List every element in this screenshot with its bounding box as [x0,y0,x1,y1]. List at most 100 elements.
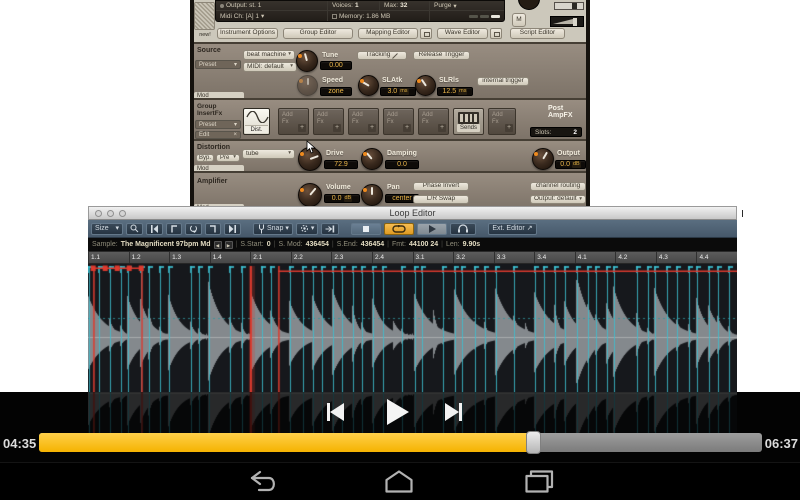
voices-display: Voices: 1 [328,1,380,10]
source-section: Source Preset ▾ Mod beat machine ▾ MIDI: d… [194,42,586,100]
group-fx-edit-button[interactable]: Edit × [195,131,241,139]
previous-track-button[interactable] [327,403,344,421]
fx-slot-sends[interactable]: Sends [453,108,484,135]
jump-to-playhead-button[interactable] [321,222,340,235]
tracking-button[interactable]: Tracking [357,51,407,60]
add-fx-icon[interactable]: + [505,124,513,132]
sample-play-button[interactable] [417,222,448,235]
slice-release-knob[interactable] [415,75,436,96]
channel-routing-button[interactable]: channel routing [530,182,586,191]
go-to-end-button[interactable] [224,222,241,235]
speed-value[interactable]: zone [320,87,352,96]
master-knob[interactable] [518,0,540,10]
loop-start-button[interactable] [166,222,182,235]
sample-end-value[interactable]: 436454 [361,241,384,248]
size-dropdown[interactable]: Size ▾ [91,222,123,235]
seek-handle[interactable] [526,431,542,454]
add-fx-icon[interactable]: + [368,124,376,132]
mute-button[interactable]: M [512,13,526,27]
next-sample-button[interactable]: ▶ [224,240,233,249]
tune-value[interactable]: 0.00 [320,61,352,70]
editor-button-mapping-editor[interactable]: Mapping Editor [358,28,418,39]
volume-value[interactable]: 0.0 dB [324,194,360,203]
damping-knob[interactable] [361,148,383,170]
seek-bar[interactable] [39,431,762,454]
output-display[interactable]: Output: st. 1 [216,1,328,10]
source-preset-dropdown[interactable]: Preset ▾ [195,60,241,69]
play-button[interactable] [387,399,409,425]
purge-menu[interactable]: Purge ▾ [430,1,504,10]
distortion-output-knob[interactable] [532,148,554,170]
back-button[interactable] [247,468,281,495]
volume-knob[interactable] [298,183,322,207]
pitch-fader[interactable] [554,2,584,10]
phase-invert-button[interactable]: Phase Invert [413,182,469,191]
editor-detach-icon[interactable] [420,28,432,39]
go-to-start-button[interactable] [146,222,163,235]
fx-slot-dist[interactable]: Dist. [243,108,270,135]
slice-attack-knob[interactable] [358,75,379,96]
pitch-fader-handle[interactable] [571,3,577,9]
source-midi-dropdown[interactable]: MIDI: default ▾ [243,62,297,72]
loop-end-button[interactable] [205,222,221,235]
loop-playback-button[interactable] [384,222,415,235]
next-track-button[interactable] [445,403,462,421]
volume-fader-handle[interactable] [572,18,577,26]
external-editor-button[interactable]: Ext. Editor ↗ [488,222,537,235]
stop-button[interactable] [351,222,382,235]
settings-dropdown[interactable]: ▾ [295,222,319,235]
fx-slot-empty[interactable]: Add Fx + [383,108,414,135]
recent-apps-button[interactable] [522,468,556,495]
sample-start-value[interactable]: 0 [267,241,271,248]
speed-knob[interactable] [297,75,318,96]
slice-attack-value[interactable]: 3.0 ms [380,87,416,96]
volume-fader[interactable] [550,16,584,27]
drive-value[interactable]: 72.9 [324,160,358,169]
group-fx-preset-dropdown[interactable]: Preset ▾ [195,120,241,129]
source-mode-dropdown[interactable]: beat machine ▾ [243,50,295,60]
add-fx-icon[interactable]: + [438,124,446,132]
distortion-type-dropdown[interactable]: tube ▾ [242,149,295,159]
add-fx-icon[interactable]: + [298,124,306,132]
beat-ruler[interactable]: 1.1 1.2 1.3 1.4 2.1 2.2 2.3 2.4 3.1 3.2 3.3 3.4 4.1 4… [88,252,737,264]
previous-sample-button[interactable]: ◀ [213,240,222,249]
window-titlebar[interactable]: Loop Editor [88,206,737,220]
lr-swap-button[interactable]: L/R Swap [413,195,469,204]
fx-slot-empty[interactable]: Add Fx + [278,108,309,135]
sample-mod-value[interactable]: 436454 [306,241,329,248]
editor-button-instrument-options[interactable]: Instrument Options [217,28,278,39]
snap-dropdown[interactable]: Snap ▾ [253,222,293,235]
midi-channel-selector[interactable]: Midi Ch: [A] 1 ▾ [216,11,328,21]
internal-trigger-button[interactable]: internal trigger [477,77,529,86]
release-trigger-button[interactable]: Release Trigger [413,51,470,60]
sample-name[interactable]: The Magnificent 97bpm Md [121,241,211,248]
audition-button[interactable] [450,222,477,235]
pre-post-dropdown[interactable]: Pre ▾ [216,154,240,162]
fx-slot-empty[interactable]: Add Fx + [418,108,449,135]
editor-button-script-editor[interactable]: Script Editor [510,28,565,39]
add-fx-icon[interactable]: + [403,124,411,132]
sine-wave-icon [246,111,269,123]
loop-region-button[interactable] [185,222,202,235]
fx-slot-empty[interactable]: Add Fx + [348,108,379,135]
home-button[interactable] [382,468,416,495]
editor-detach-icon[interactable] [490,28,502,39]
fx-slot-empty[interactable]: Add Fx + [488,108,516,135]
add-fx-icon[interactable]: + [333,124,341,132]
instrument-icon-button[interactable]: new! [194,2,216,42]
output-routing-dropdown[interactable]: Output: default ▾ [530,195,586,204]
editor-button-group-editor[interactable]: Group Editor [283,28,353,39]
damping-value[interactable]: 0.0 [385,160,419,169]
format-label: Fmt: [391,241,406,248]
ruler-tick-1.3: 1.3 [169,252,210,263]
pan-knob[interactable] [361,184,383,206]
slice-release-value[interactable]: 12.5 ms [437,87,473,96]
editor-button-wave-editor[interactable]: Wave Editor [437,28,488,39]
fx-slot-empty[interactable]: Add Fx + [313,108,344,135]
slots-counter[interactable]: Slots: 2 [530,127,582,137]
distortion-output-value[interactable]: 0.0 dB [555,160,586,169]
zoom-tool-button[interactable] [126,222,143,235]
bypass-button[interactable]: Byp. [196,154,214,162]
tune-knob[interactable] [296,50,318,72]
waveform-canvas[interactable] [88,264,737,392]
